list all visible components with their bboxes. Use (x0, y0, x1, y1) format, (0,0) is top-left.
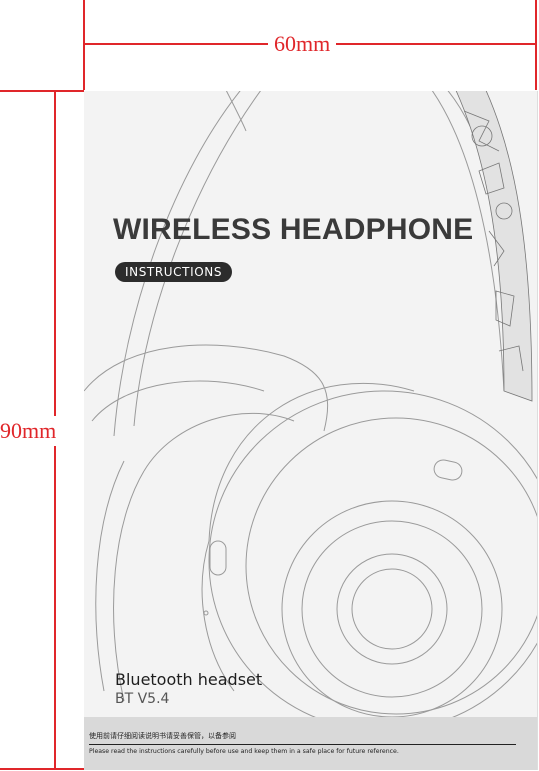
width-tick-right (535, 0, 537, 90)
bluetooth-version: BT V5.4 (115, 691, 170, 707)
instructions-tag: INSTRUCTIONS (115, 262, 233, 282)
footer-divider (89, 744, 516, 745)
product-name: Bluetooth headset (115, 670, 263, 689)
height-dimension-label: 90mm (0, 416, 57, 446)
width-dimension-label: 60mm (268, 33, 337, 55)
height-tick-top (0, 90, 84, 92)
width-tick-left (83, 0, 85, 90)
footer-note-chinese: 使用前请仔细阅读说明书请妥善保管，以备参阅 (89, 732, 236, 740)
headphone-illustration (84, 91, 537, 732)
booklet-cover: WIRELESS HEADPHONE INSTRUCTIONS Bluetoot… (84, 91, 538, 770)
cover-headline: WIRELESS HEADPHONE (113, 213, 474, 246)
footer-note-english: Please read the instructions carefully b… (89, 748, 399, 755)
height-tick-bottom (0, 768, 84, 770)
footer-band: 使用前请仔细阅读说明书请妥善保管，以备参阅 Please read the in… (84, 717, 537, 770)
